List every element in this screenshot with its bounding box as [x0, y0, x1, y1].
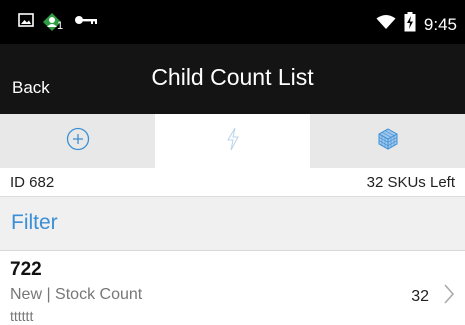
clock: 9:45 [423, 14, 457, 34]
count-info-row: ID 682 32 SKUs Left [0, 168, 465, 197]
image-icon [18, 12, 34, 32]
wifi-icon [376, 14, 396, 35]
status-bar: 1 9:45 [0, 0, 465, 44]
tab-grid[interactable] [310, 114, 465, 168]
app-header: Back Child Count List [0, 44, 465, 114]
page-title: Child Count List [151, 64, 314, 90]
cube-grid-icon [376, 127, 400, 156]
action-tabs [0, 114, 465, 169]
status-left-icons: 1 [18, 12, 98, 32]
item-count: 32 [411, 288, 429, 305]
tab-add[interactable] [0, 114, 155, 168]
filter-button[interactable]: Filter [11, 211, 58, 235]
count-id: ID 682 [10, 174, 55, 191]
badge-number: 1 [57, 20, 64, 32]
battery-charging-icon [404, 12, 416, 37]
person-badge-icon: 1 [42, 12, 66, 32]
item-number: 722 [10, 259, 42, 280]
status-right: 9:45 [376, 12, 457, 37]
item-status: New | Stock Count [10, 286, 143, 303]
skus-left: 32 SKUs Left [366, 174, 455, 191]
add-circle-icon [66, 127, 90, 156]
item-note: tttttt [10, 308, 34, 324]
lightning-icon [226, 127, 240, 156]
chevron-right-icon [443, 283, 455, 310]
tab-quick[interactable] [155, 114, 310, 168]
list-item[interactable]: 722 New | Stock Count tttttt 32 [0, 251, 465, 325]
key-icon [74, 13, 98, 31]
filter-row[interactable]: Filter [0, 197, 465, 251]
